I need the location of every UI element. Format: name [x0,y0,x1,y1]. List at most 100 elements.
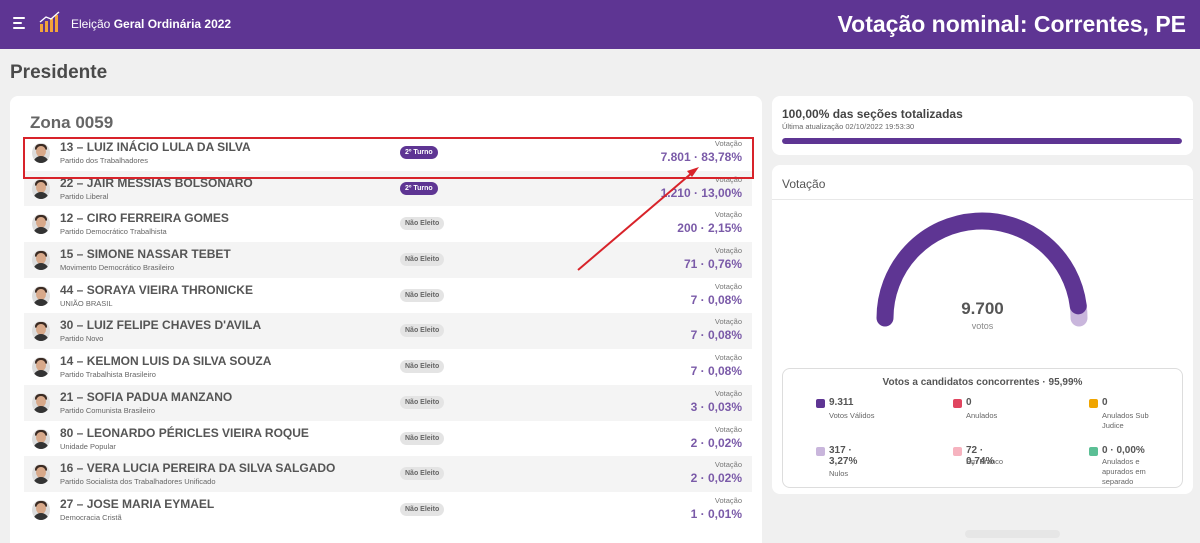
candidate-name: 14 – KELMON LUIS DA SILVA SOUZA [60,354,272,369]
candidate-name: 44 – SORAYA VIEIRA THRONICKE [60,282,253,297]
candidate-party: Unidade Popular [60,441,116,451]
candidate-photo [32,464,50,485]
vote-label: Votação [714,424,742,434]
candidate-name: 80 – LEONARDO PÉRICLES VIEIRA ROQUE [60,425,309,440]
totalization-title: 100,00% das seções totalizadas [782,107,963,121]
legend-swatch [1089,447,1098,456]
legend-swatch [1089,399,1098,408]
progress-bar [782,138,1182,144]
status-badge: Não Eleito [400,395,445,409]
status-badge: Não Eleito [400,431,445,445]
vote-value: 2 · 0,02% [690,471,742,486]
candidate-row[interactable]: 27 – JOSE MARIA EYMAEL Democracia Cristã N… [24,492,752,528]
candidate-photo [32,357,50,378]
vote-value: 1 · 0,01% [690,506,742,521]
bar-chart-icon [39,11,60,32]
highlight-box [23,137,754,179]
candidate-party: Movimento Democrático Brasileiro [60,263,175,273]
candidate-name: 30 – LUIZ FELIPE CHAVES D'AVILA [60,318,262,333]
candidate-party: Partido Democrático Trabalhista [60,227,167,237]
candidate-row[interactable]: 21 – SOFIA PADUA MANZANO Partido Comunist… [24,384,752,421]
total-votes: 9.700 [961,299,1004,318]
status-badge: Não Eleito [400,360,445,374]
status-badge: Não Eleito [400,467,445,481]
candidate-row[interactable]: 16 – VERA LUCIA PEREIRA DA SILVA SALGADO… [24,456,752,492]
legend-swatch [816,399,825,408]
candidate-name: 21 – SOFIA PADUA MANZANO [60,389,233,404]
vote-value: 3 · 0,03% [690,399,742,414]
candidate-party: Partido Comunista Brasileiro [60,405,156,415]
candidate-row[interactable]: 80 – LEONARDO PÉRICLES VIEIRA ROQUE Unida… [24,421,752,457]
status-badge: Não Eleito [400,253,445,267]
progress-fill [782,138,1182,144]
legend-value: 0 [1102,397,1108,408]
total-votes-label: votos [971,321,994,331]
legend-value: 317 · 3,27% [829,445,858,467]
vote-legend: Votos a candidatos concorrentes · 95,99%… [782,368,1183,488]
legend-label: Em Branco [966,457,1004,466]
vote-label: Votação [714,317,742,327]
candidate-photo [32,285,50,306]
candidate-row[interactable]: 30 – LUIZ FELIPE CHAVES D'AVILA Partido N… [24,313,752,350]
candidate-party: Partido Socialista dos Trabalhadores Uni… [60,477,216,487]
legend-label: Anulados Sub Judice [1102,411,1149,430]
hamburger-icon[interactable] [13,17,27,29]
candidate-name: 27 – JOSE MARIA EYMAEL [60,496,215,511]
legend-label: Nulos [829,469,849,478]
candidate-party: Democracia Cristã [60,512,122,522]
vote-label: Votação [714,353,742,363]
candidate-name: 16 – VERA LUCIA PEREIRA DA SILVA SALGADO [60,461,336,476]
vote-value: 7 · 0,08% [690,292,742,307]
candidate-photo [32,250,50,271]
candidate-photo [32,321,50,342]
vote-label: Votação [714,281,742,291]
candidate-row[interactable]: 44 – SORAYA VIEIRA THRONICKE UNIÃO BRASIL… [24,278,752,314]
status-badge: Não Eleito [400,288,445,302]
legend-swatch [953,399,962,408]
app-title: Eleição Geral Ordinária 2022 [71,17,232,31]
candidate-row[interactable]: 14 – KELMON LUIS DA SILVA SOUZA Partido T… [24,349,752,385]
status-badge: Não Eleito [400,502,445,516]
vote-value: 7 · 0,08% [690,364,742,379]
page-title: Votação nominal: Correntes, PE [837,11,1186,37]
candidate-row[interactable]: 15 – SIMONE NASSAR TEBET Movimento Democr… [24,242,752,278]
candidate-name: 12 – CIRO FERREIRA GOMES [60,211,229,226]
vote-label: Votação [714,210,742,220]
candidate-photo [32,392,50,413]
status-badge: 2º Turno [400,181,438,195]
status-badge: Não Eleito [400,324,445,338]
status-badge: Não Eleito [400,217,445,231]
legend-label: Anulados [966,411,998,420]
last-update: Última atualização 02/10/2022 19:53:30 [782,122,915,131]
vote-label: Votação [714,388,742,398]
candidate-list: 13 – LUIZ INÁCIO LULA DA SILVA Partido do… [24,135,752,528]
vote-value: 2 · 0,02% [690,435,742,450]
candidate-party: Partido Novo [60,334,104,344]
candidate-photo [32,499,50,520]
vote-label: Votação [714,246,742,256]
candidate-photo [32,428,50,449]
candidate-party: Partido Liberal [60,191,109,201]
candidate-row[interactable]: 12 – CIRO FERREIRA GOMES Partido Democrát… [24,206,752,242]
legend-label: Anulados e apurados em separado [1102,457,1146,486]
candidate-party: Partido Trabalhista Brasileiro [60,370,156,380]
legend-title: Votos a candidatos concorrentes · 95,99% [882,377,1083,388]
faint-element [965,530,1060,538]
legend-value: 9.311 [829,397,854,408]
legend-swatch [953,447,962,456]
candidate-photo [32,214,50,235]
legend-swatch [816,447,825,456]
totalization-card: 100,00% das seções totalizadas Última at… [772,96,1193,155]
vote-value: 71 · 0,76% [683,257,742,272]
vote-value: 1.210 · 13,00% [660,185,742,200]
vote-value: 200 · 2,15% [677,221,742,236]
vote-value: 7 · 0,08% [690,328,742,343]
section-title: Presidente [10,62,108,83]
legend-value: 0 [966,397,972,408]
candidate-photo [32,178,50,199]
votacao-card: Votação 9.700 votos Votos a candidatos c… [772,165,1193,494]
candidate-party: UNIÃO BRASIL [60,298,113,308]
vote-gauge [876,212,1088,327]
vote-label: Votação [714,460,742,470]
legend-value: 0 · 0,00% [1102,445,1145,456]
